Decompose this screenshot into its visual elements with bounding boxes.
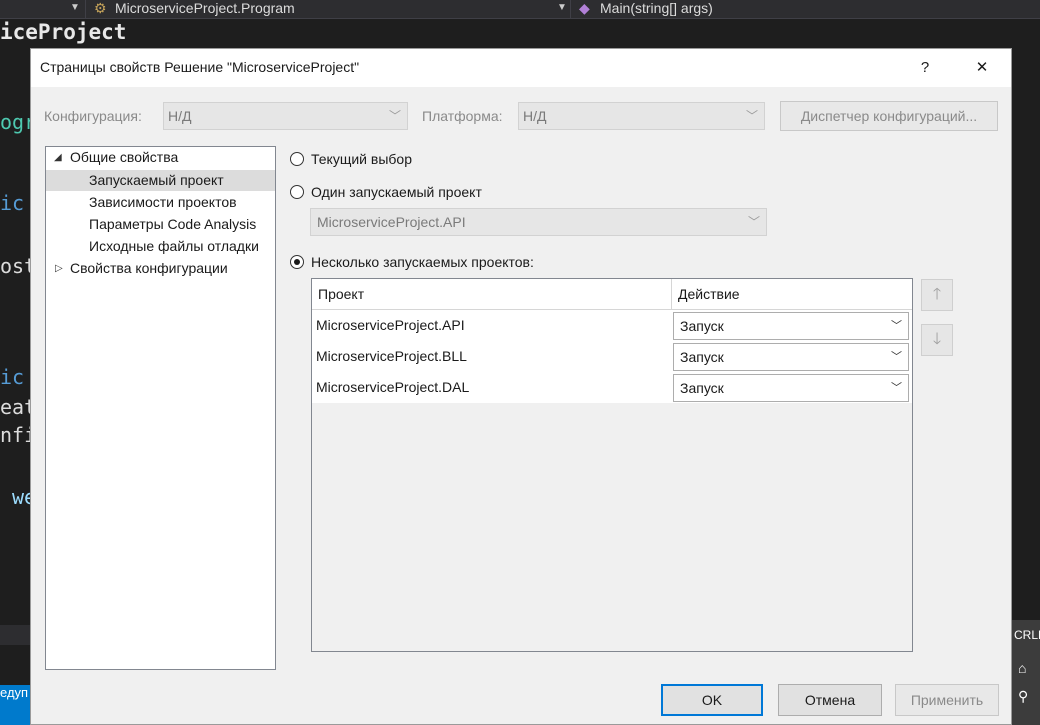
chevron-down-icon[interactable]: ▼ <box>557 0 567 18</box>
chevron-down-icon: ﹀ <box>747 215 760 229</box>
collapse-triangle-icon[interactable]: ◢ <box>54 152 62 163</box>
configuration-select[interactable]: Н/Д ﹀ <box>163 102 408 130</box>
tree-item-debug-source-files[interactable]: Исходные файлы отладки <box>89 236 259 257</box>
chevron-down-icon: ﹀ <box>745 109 758 123</box>
multiple-startup-radio[interactable] <box>290 255 304 269</box>
configuration-manager-button[interactable]: Диспетчер конфигураций... <box>780 101 998 131</box>
tree-group-common-properties[interactable]: Общие свойства <box>70 147 178 168</box>
multiple-startup-label[interactable]: Несколько запускаемых проектов: <box>311 254 534 270</box>
close-button[interactable]: ✕ <box>965 55 999 81</box>
chevron-down-icon: ﹀ <box>388 109 401 123</box>
platform-label: Платформа: <box>422 108 503 124</box>
move-up-button[interactable]: 🡑 <box>921 279 953 311</box>
action-select[interactable]: Запуск ﹀ <box>673 312 909 340</box>
chevron-down-icon[interactable]: ▼ <box>70 0 80 18</box>
tree-item-startup-project[interactable]: Запускаемый проект <box>46 170 275 191</box>
action-select[interactable]: Запуск ﹀ <box>673 374 909 402</box>
dialog-title-bar: Страницы свойств Решение "MicroservicePr… <box>31 49 1011 87</box>
line-ending-label[interactable]: CRLF <box>1014 628 1040 642</box>
expand-triangle-icon[interactable]: ▷ <box>55 263 63 274</box>
chevron-down-icon: ﹀ <box>891 320 902 332</box>
ide-navigation-bar: ▼ ⚙ MicroserviceProject.Program ▼ ◆ Main… <box>0 0 1040 19</box>
code-fragment: ic <box>0 191 25 215</box>
tree-item-code-analysis[interactable]: Параметры Code Analysis <box>89 214 256 235</box>
table-row[interactable]: MicroserviceProject.API Запуск ﹀ <box>312 310 912 341</box>
platform-select[interactable]: Н/Д ﹀ <box>518 102 765 130</box>
dialog-title: Страницы свойств Решение "MicroservicePr… <box>40 59 360 75</box>
single-startup-select[interactable]: MicroserviceProject.API ﹀ <box>310 208 767 236</box>
ok-button[interactable]: OK <box>661 684 763 716</box>
table-row[interactable]: MicroserviceProject.DAL Запуск ﹀ <box>312 372 912 403</box>
nav-class-dropdown[interactable]: MicroserviceProject.Program <box>115 0 295 18</box>
class-icon: ⚙ <box>94 0 107 16</box>
single-startup-value: MicroserviceProject.API <box>317 214 466 230</box>
nav-separator <box>570 0 571 18</box>
column-header-project[interactable]: Проект <box>312 279 672 309</box>
single-startup-radio[interactable] <box>290 185 304 199</box>
action-value: Запуск <box>680 349 724 365</box>
tree-group-configuration-properties[interactable]: Свойства конфигурации <box>70 258 228 279</box>
project-name-cell: MicroserviceProject.API <box>316 317 465 333</box>
grid-header: Проект Действие <box>312 279 912 310</box>
chevron-down-icon: ﹀ <box>891 351 902 363</box>
tree-item-project-dependencies[interactable]: Зависимости проектов <box>89 192 237 213</box>
configuration-label: Конфигурация: <box>44 108 142 124</box>
search-icon[interactable]: ⚲ <box>1018 688 1028 705</box>
configuration-value: Н/Д <box>168 108 192 124</box>
current-selection-label[interactable]: Текущий выбор <box>311 151 412 167</box>
project-name-cell: MicroserviceProject.BLL <box>316 348 467 364</box>
help-button[interactable]: ? <box>908 55 942 81</box>
properties-tree: ◢ Общие свойства Запускаемый проект Зави… <box>45 146 276 670</box>
status-left-text: едуп <box>0 685 29 700</box>
nav-method-dropdown[interactable]: Main(string[] args) <box>600 0 713 18</box>
project-name-cell: MicroserviceProject.DAL <box>316 379 470 395</box>
code-fragment: ic <box>0 365 25 389</box>
startup-projects-grid: Проект Действие MicroserviceProject.API … <box>311 278 913 652</box>
apply-button[interactable]: Применить <box>895 684 999 716</box>
action-select[interactable]: Запуск ﹀ <box>673 343 909 371</box>
arrow-up-icon: 🡑 <box>932 286 942 303</box>
method-icon: ◆ <box>579 0 590 16</box>
solution-property-pages-dialog: Страницы свойств Решение "MicroservicePr… <box>30 48 1012 725</box>
single-startup-label[interactable]: Один запускаемый проект <box>311 184 482 200</box>
move-down-button[interactable]: 🡓 <box>921 324 953 356</box>
column-header-action[interactable]: Действие <box>672 279 912 309</box>
action-value: Запуск <box>680 318 724 334</box>
notification-icon[interactable]: ⌂ <box>1018 660 1026 676</box>
arrow-down-icon: 🡓 <box>932 331 942 348</box>
ide-right-panel: CRLF ⌂ ⚲ <box>1012 620 1040 725</box>
action-value: Запуск <box>680 380 724 396</box>
current-selection-radio[interactable] <box>290 152 304 166</box>
chevron-down-icon: ﹀ <box>891 382 902 394</box>
platform-value: Н/Д <box>523 108 547 124</box>
cancel-button[interactable]: Отмена <box>778 684 882 716</box>
nav-separator <box>85 0 86 18</box>
table-row[interactable]: MicroserviceProject.BLL Запуск ﹀ <box>312 341 912 372</box>
editor-project-title: iceProject <box>0 20 127 44</box>
